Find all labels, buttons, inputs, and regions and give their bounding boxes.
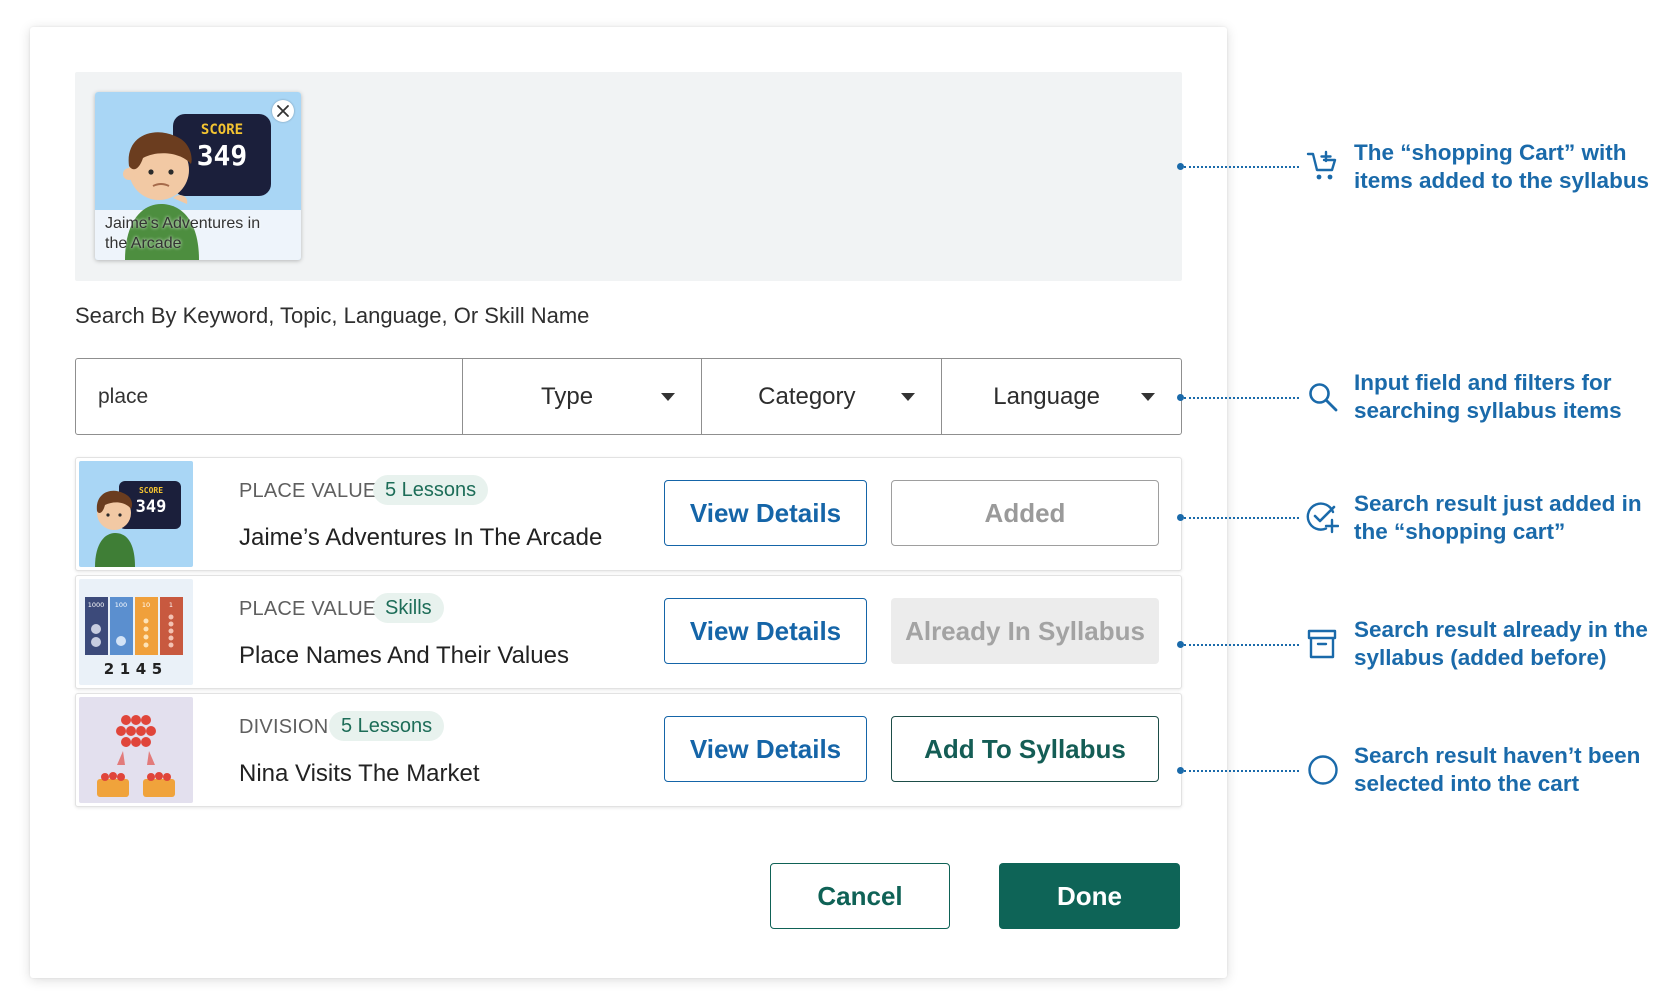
result-category: DIVISION: [239, 716, 329, 738]
result-category: PLACE VALUE: [239, 480, 377, 502]
type-filter-label: Type: [541, 382, 594, 410]
annotation-text: Search result just added in the “shoppin…: [1354, 491, 1642, 544]
result-title: Jaime’s Adventures In The Arcade: [239, 524, 603, 551]
score-label: SCORE: [139, 486, 163, 495]
digit: 1: [120, 660, 130, 678]
search-icon: [1309, 383, 1338, 412]
language-filter-dropdown[interactable]: Language: [941, 359, 1181, 434]
column-label: 1000: [88, 601, 105, 609]
score-label: SCORE: [201, 122, 243, 138]
already-in-syllabus-button: Already In Syllabus: [891, 598, 1159, 664]
caret-down-icon: [1141, 393, 1156, 401]
result-row: DIVISION 5 Lessons Nina Visits The Marke…: [75, 693, 1182, 807]
column-label: 100: [115, 601, 127, 609]
close-icon: [277, 105, 289, 117]
result-title: Nina Visits The Market: [239, 760, 480, 787]
result-row: 1000 100 10 1 2 1 4 5 PLACE VALUE Skills…: [75, 575, 1182, 689]
cart-plus-icon: [1306, 150, 1337, 180]
result-thumbnail: 1000 100 10 1 2 1 4 5: [79, 579, 193, 685]
annotation-text: Search result already in the syllabus (a…: [1354, 617, 1648, 670]
shopping-cart: SCORE 349 Jaime's Adventures in the Arca…: [75, 72, 1182, 281]
annotation-dot: [1177, 394, 1184, 401]
view-details-button[interactable]: View Details: [664, 480, 867, 546]
result-tag-badge: 5 Lessons: [329, 711, 445, 741]
add-to-syllabus-dialog: SCORE 349 Jaime's Adventures in the Arca…: [30, 27, 1227, 978]
search-label: Search By Keyword, Topic, Language, Or S…: [75, 303, 590, 328]
annotation-text: Input field and filters for searching sy…: [1354, 370, 1622, 423]
done-button[interactable]: Done: [999, 863, 1180, 929]
result-thumbnail: SCORE 349: [79, 461, 193, 567]
annotation-line: [1184, 517, 1299, 519]
digit: 2: [104, 660, 114, 678]
annotation-text: Search result haven’t been selected into…: [1354, 743, 1641, 796]
type-filter-dropdown[interactable]: Type: [461, 359, 702, 434]
annotation-dot: [1177, 641, 1184, 648]
result-title: Place Names And Their Values: [239, 642, 569, 669]
result-tag-badge: Skills: [373, 593, 444, 623]
column-label: 1: [169, 601, 173, 609]
column-label: 10: [142, 601, 150, 609]
result-category: PLACE VALUE: [239, 598, 377, 620]
added-button[interactable]: Added: [891, 480, 1159, 546]
digit: 4: [136, 660, 146, 678]
caret-down-icon: [661, 393, 676, 401]
annotation-line: [1184, 397, 1299, 399]
caret-down-icon: [901, 393, 916, 401]
cancel-button[interactable]: Cancel: [770, 863, 950, 929]
cart-item-caption: Jaime's Adventures in the Arcade: [105, 215, 261, 252]
digit: 5: [152, 660, 162, 678]
search-bar: Type Category Language: [75, 358, 1182, 435]
view-details-button[interactable]: View Details: [664, 598, 867, 664]
annotation-line: [1184, 644, 1299, 646]
result-thumbnail: [79, 697, 193, 803]
result-tag-badge: 5 Lessons: [373, 475, 489, 505]
annotation-line: [1184, 770, 1299, 772]
language-filter-label: Language: [993, 382, 1101, 410]
annotation-dot: [1177, 514, 1184, 521]
result-row: SCORE 349 PLACE VALUE 5 Lessons Jaime’s …: [75, 457, 1182, 571]
annotation-line: [1184, 166, 1299, 168]
view-details-button[interactable]: View Details: [664, 716, 867, 782]
annotation-text: The “shopping Cart” with items added to …: [1354, 140, 1650, 193]
remove-cart-item-button[interactable]: [272, 100, 294, 122]
category-filter-dropdown[interactable]: Category: [701, 359, 941, 434]
check-plus-icon: [1306, 502, 1339, 534]
score-value: 349: [197, 139, 248, 172]
circle-icon: [1308, 755, 1338, 785]
score-value: 349: [136, 497, 167, 517]
category-filter-label: Category: [758, 382, 856, 410]
annotation-dot: [1177, 767, 1184, 774]
add-to-syllabus-button[interactable]: Add To Syllabus: [891, 716, 1159, 782]
archive-icon: [1307, 629, 1337, 659]
cart-item[interactable]: SCORE 349 Jaime's Adventures in the Arca…: [95, 92, 301, 260]
search-input[interactable]: [76, 359, 462, 434]
annotation-dot: [1177, 163, 1184, 170]
